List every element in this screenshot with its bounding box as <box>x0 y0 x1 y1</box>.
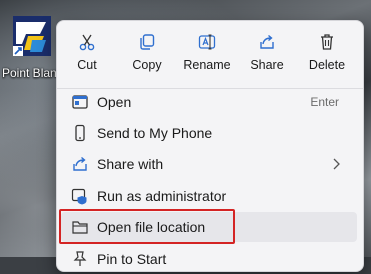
trash-icon <box>321 34 333 50</box>
rename-icon <box>198 34 216 50</box>
copy-button[interactable]: Copy <box>117 21 177 83</box>
copy-icon <box>140 34 155 50</box>
menu-item-open[interactable]: Open Enter <box>61 87 357 117</box>
delete-button[interactable]: Delete <box>297 21 357 83</box>
delete-label: Delete <box>308 58 346 72</box>
pin-icon <box>73 251 87 266</box>
chevron-right-icon <box>333 158 340 170</box>
phone-icon <box>75 124 85 142</box>
desktop-shortcut[interactable]: Point Blank <box>2 14 64 84</box>
menu-item-send-to-phone[interactable]: Send to My Phone <box>61 118 357 148</box>
share-icon <box>260 34 274 49</box>
menu-item-share-with[interactable]: Share with <box>61 149 357 179</box>
menu-item-label: Share with <box>97 156 164 172</box>
menu-item-label: Open <box>97 94 132 110</box>
menu-item-label: Pin to Start <box>97 251 167 267</box>
shortcut-text: Enter <box>310 95 339 109</box>
menu-item-pin-to-start[interactable]: Pin to Start <box>61 244 357 274</box>
copy-label: Copy <box>132 58 162 72</box>
point-blank-game-icon <box>13 16 51 56</box>
open-icon <box>72 95 88 109</box>
context-menu-toolbar: Cut Copy Rename Share Delete <box>57 21 363 87</box>
cut-button[interactable]: Cut <box>57 21 117 83</box>
share-icon <box>73 156 87 171</box>
annotation-highlight-box <box>59 209 235 244</box>
rename-button[interactable]: Rename <box>177 21 237 83</box>
cut-label: Cut <box>77 58 97 72</box>
rename-label: Rename <box>183 58 231 72</box>
share-label: Share <box>250 58 284 72</box>
menu-item-label: Run as administrator <box>97 188 227 204</box>
menu-item-label: Send to My Phone <box>97 125 213 141</box>
shield-icon <box>71 188 87 205</box>
menu-item-run-as-admin[interactable]: Run as administrator <box>61 181 357 211</box>
scissors-icon <box>79 34 95 51</box>
share-button[interactable]: Share <box>237 21 297 83</box>
